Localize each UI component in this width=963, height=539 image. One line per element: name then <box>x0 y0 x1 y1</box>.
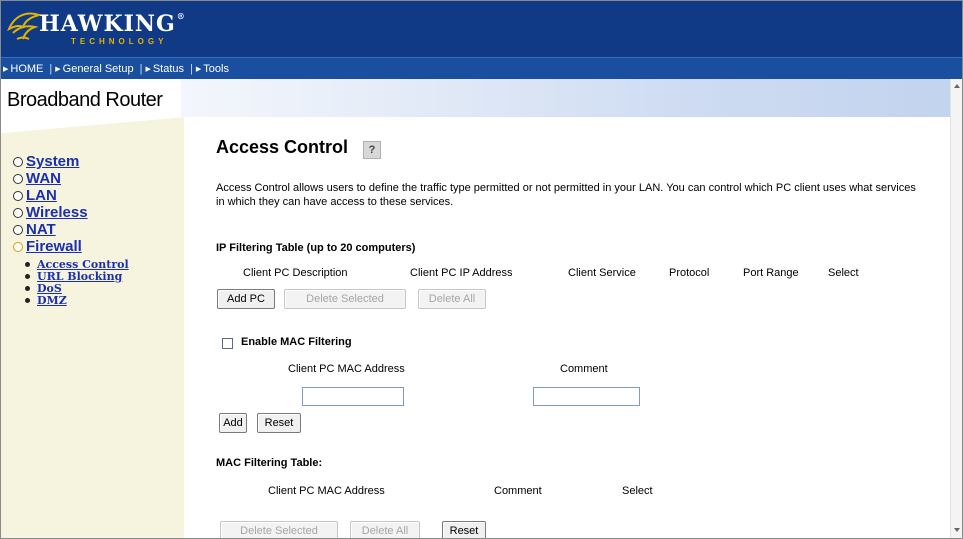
router-admin-page: HAWKING® TECHNOLOGY ▶ HOME | ▶ General Set… <box>0 0 963 539</box>
mac-address-column-label: Client PC MAC Address <box>288 363 405 375</box>
bullet-icon <box>25 273 30 279</box>
main-content: Access Control ? Access Control allows u… <box>216 117 946 538</box>
bullet-icon <box>25 297 30 303</box>
help-icon[interactable]: ? <box>363 141 381 159</box>
bullet-icon <box>25 285 30 291</box>
page-description: Access Control allows users to define th… <box>216 182 916 208</box>
radio-circle-icon <box>13 224 23 235</box>
mac-delete-selected-button[interactable]: Delete Selected <box>220 521 338 538</box>
sidebar: System WAN LAN Wireless NAT Firewall Acc… <box>1 117 184 538</box>
hawk-icon <box>7 12 41 40</box>
sidebar-item-firewall[interactable]: Firewall <box>13 238 129 255</box>
comment-input[interactable] <box>533 387 640 406</box>
mac-table-header-comment: Comment <box>494 485 542 497</box>
scroll-up-icon[interactable] <box>954 84 960 88</box>
triangle-right-icon: ▶ <box>3 65 9 73</box>
mac-address-input[interactable] <box>302 387 404 406</box>
reset-mac-button[interactable]: Reset <box>257 413 301 433</box>
sidebar-item-wireless[interactable]: Wireless <box>13 204 129 221</box>
comment-column-label: Comment <box>560 363 608 375</box>
enable-mac-filtering-label: Enable MAC Filtering <box>241 336 352 348</box>
submenu-item-url-blocking[interactable]: URL Blocking <box>25 270 129 283</box>
ip-filtering-table-title: IP Filtering Table (up to 20 computers) <box>216 242 416 254</box>
mac-delete-all-button[interactable]: Delete All <box>350 521 420 538</box>
nav-general-setup[interactable]: ▶ General Setup <box>53 63 138 75</box>
page-title: Access Control <box>216 137 349 157</box>
nav-status[interactable]: ▶ Status <box>143 63 189 75</box>
triangle-right-icon: ▶ <box>145 65 151 73</box>
mac-table-header-mac-address: Client PC MAC Address <box>268 485 385 497</box>
nav-tools[interactable]: ▶ Tools <box>194 63 234 75</box>
mac-filtering-table-title: MAC Filtering Table: <box>216 457 323 469</box>
mac-reset-button[interactable]: Reset <box>442 521 486 538</box>
sidebar-item-lan[interactable]: LAN <box>13 187 129 204</box>
radio-circle-icon <box>13 190 23 201</box>
submenu-item-dos[interactable]: DoS <box>25 282 129 295</box>
header-banner: HAWKING® TECHNOLOGY <box>1 1 962 57</box>
radio-circle-icon <box>13 156 23 167</box>
brand-wordmark: HAWKING® <box>39 11 186 37</box>
radio-circle-icon <box>13 241 23 252</box>
column-header-client-service: Client Service <box>568 267 636 279</box>
vertical-scrollbar[interactable] <box>950 79 962 538</box>
triangle-right-icon: ▶ <box>55 65 61 73</box>
sidebar-item-nat[interactable]: NAT <box>13 221 129 238</box>
column-header-protocol: Protocol <box>669 267 710 279</box>
scroll-down-icon[interactable] <box>954 528 960 532</box>
firewall-submenu: Access Control URL Blocking DoS DMZ <box>25 258 129 307</box>
radio-circle-icon <box>13 207 23 218</box>
hawking-logo[interactable]: HAWKING® TECHNOLOGY <box>7 7 185 51</box>
submenu-item-access-control[interactable]: Access Control <box>25 258 129 271</box>
submenu-item-dmz[interactable]: DMZ <box>25 294 129 307</box>
add-mac-button[interactable]: Add <box>219 413 247 433</box>
column-header-port-range: Port Range <box>743 267 799 279</box>
delete-all-button[interactable]: Delete All <box>418 289 486 309</box>
bullet-icon <box>25 261 30 267</box>
column-header-select: Select <box>828 267 859 279</box>
mac-table-header-select: Select <box>622 485 653 497</box>
column-header-client-pc-ip: Client PC IP Address <box>410 267 513 279</box>
add-pc-button[interactable]: Add PC <box>217 289 275 309</box>
sidebar-item-wan[interactable]: WAN <box>13 170 129 187</box>
radio-circle-icon <box>13 173 23 184</box>
sidebar-fold <box>1 117 184 133</box>
brand-subtitle: TECHNOLOGY <box>71 37 168 46</box>
top-nav: ▶ HOME | ▶ General Setup | ▶ Status | ▶ Tool… <box>1 57 962 80</box>
sidebar-title: Broadband Router <box>1 79 181 117</box>
enable-mac-filtering-checkbox[interactable] <box>222 338 233 349</box>
column-header-client-pc-description: Client PC Description <box>243 267 348 279</box>
triangle-right-icon: ▶ <box>195 65 202 73</box>
product-title: Broadband Router <box>7 89 163 111</box>
sidebar-menu: System WAN LAN Wireless NAT Firewall Acc… <box>13 153 129 307</box>
sidebar-item-system[interactable]: System <box>13 153 129 170</box>
nav-home[interactable]: ▶ HOME <box>1 63 48 75</box>
delete-selected-button[interactable]: Delete Selected <box>284 289 406 309</box>
